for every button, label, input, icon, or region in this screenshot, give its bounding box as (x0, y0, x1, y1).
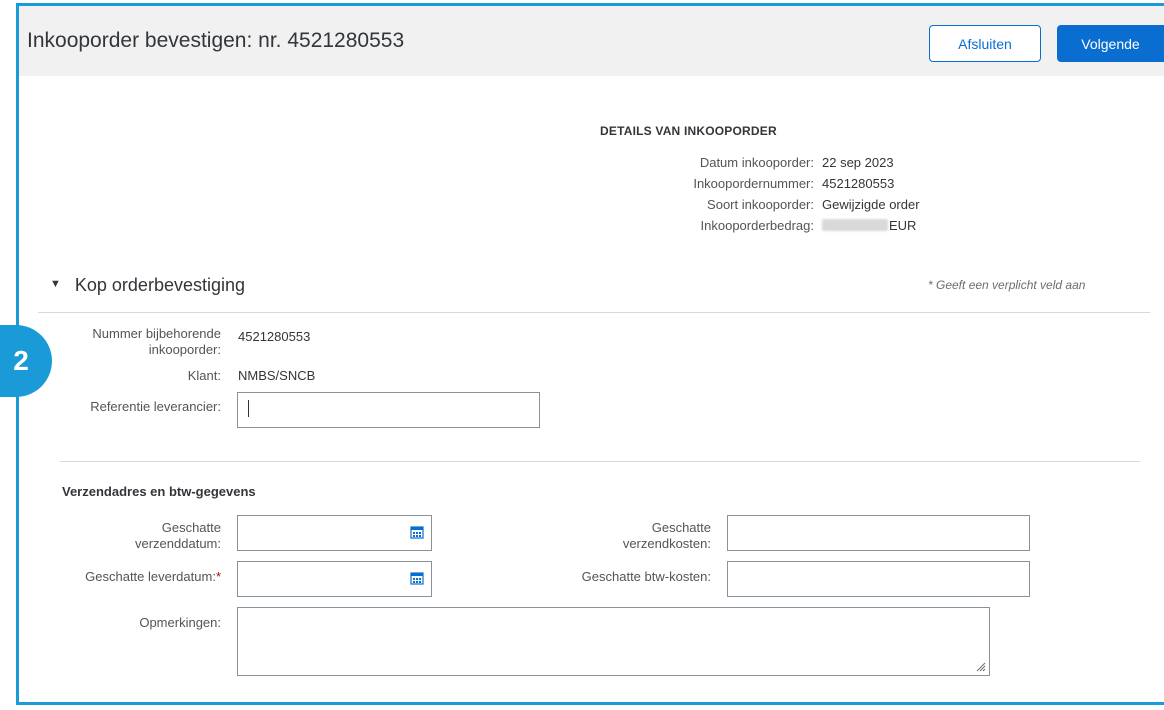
label-line: verzendkosten: (622, 536, 711, 551)
label-line: inkooporder: (148, 342, 221, 357)
supplier-ref-label: Referentie leverancier: (90, 399, 221, 414)
delivery-date-input[interactable] (237, 561, 432, 597)
customer-value: NMBS/SNCB (238, 368, 316, 383)
shipping-heading: Verzendadres en btw-gegevens (62, 484, 256, 499)
vat-cost-input[interactable] (727, 561, 1030, 597)
divider (60, 461, 1140, 462)
label-line: Geschatte (651, 520, 711, 535)
divider (38, 312, 1150, 313)
close-button[interactable]: Afsluiten (929, 25, 1041, 62)
resize-grip-icon[interactable] (976, 662, 986, 672)
delivery-date-label: Geschatte leverdatum:* (85, 569, 221, 585)
section-header[interactable]: ▼ Kop orderbevestiging (50, 275, 245, 296)
ship-date-label: Geschatte verzenddatum: (135, 520, 221, 552)
calendar-icon[interactable] (410, 571, 424, 585)
supplier-ref-input[interactable] (237, 392, 540, 428)
detail-value-type: Gewijzigde order (822, 197, 920, 212)
customer-label: Klant: (187, 368, 221, 383)
vat-cost-label: Geschatte btw-kosten: (581, 569, 711, 584)
po-number-value: 4521280553 (238, 329, 311, 344)
ship-date-input[interactable] (237, 515, 432, 551)
page-title: Inkooporder bevestigen: nr. 4521280553 (27, 29, 405, 52)
label-line: Nummer bijbehorende (92, 326, 221, 341)
ship-cost-label: Geschatte verzendkosten: (623, 520, 711, 552)
comments-textarea[interactable] (237, 607, 990, 676)
next-button[interactable]: Volgende (1057, 25, 1164, 62)
po-number-label: Nummer bijbehorende inkooporder: (92, 326, 221, 358)
detail-label: Inkooporderbedrag: (700, 218, 814, 233)
required-field-note: * Geeft een verplicht veld aan (928, 278, 1086, 292)
comments-label: Opmerkingen: (139, 615, 221, 630)
detail-label: Soort inkooporder: (707, 197, 814, 212)
section-title: Kop orderbevestiging (74, 275, 246, 295)
label-line: verzenddatum: (135, 536, 221, 551)
label-text: Geschatte leverdatum: (85, 569, 216, 584)
detail-label: Inkoopordernummer: (693, 176, 814, 191)
calendar-icon[interactable] (410, 525, 424, 539)
redacted-amount (822, 219, 888, 231)
details-heading: DETAILS VAN INKOOPORDER (600, 124, 777, 138)
required-star: * (215, 569, 221, 584)
detail-value-number: 4521280553 (822, 176, 895, 191)
detail-label: Datum inkooporder: (699, 155, 814, 170)
collapse-triangle-icon[interactable]: ▼ (50, 278, 61, 290)
detail-value-currency: EUR (889, 218, 917, 233)
text-caret (248, 400, 249, 417)
label-line: Geschatte (161, 520, 221, 535)
ship-cost-input[interactable] (727, 515, 1030, 551)
detail-value-date: 22 sep 2023 (822, 155, 894, 170)
